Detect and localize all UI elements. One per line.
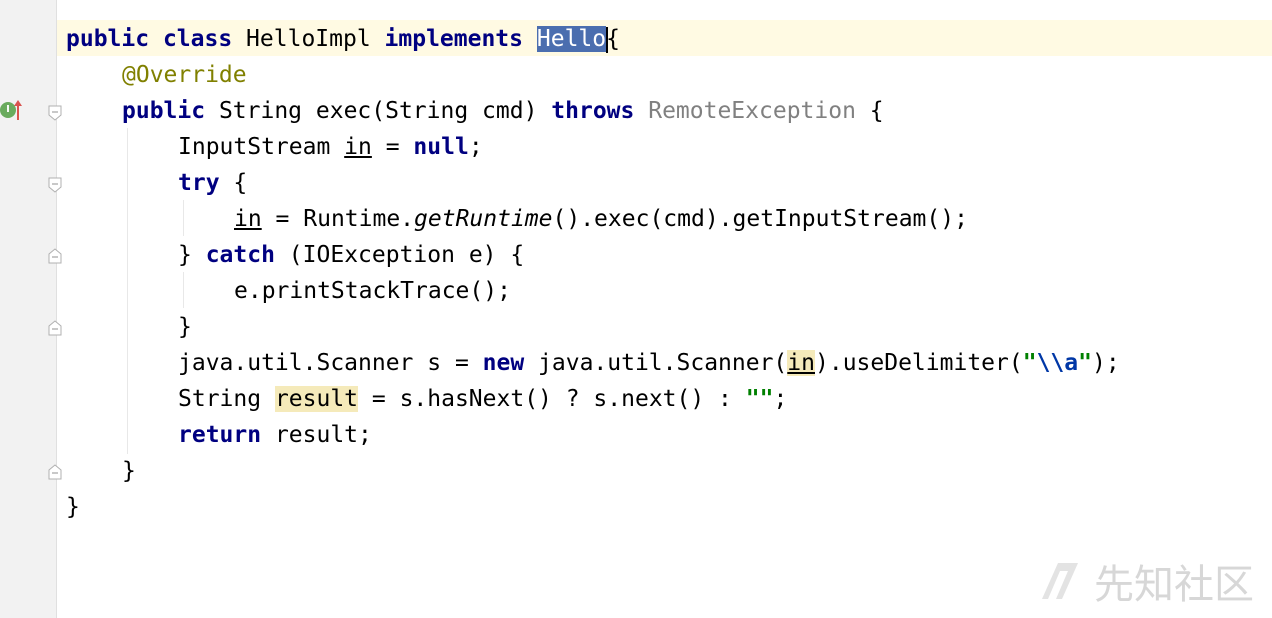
code-token: ().exec(cmd).getInputStream();	[552, 206, 968, 232]
code-token: result;	[261, 422, 372, 448]
string-literal: ""	[745, 386, 774, 412]
watermark-logo-icon	[1042, 563, 1078, 599]
string-escape: \\a	[1036, 350, 1079, 376]
go-to-super-arrow-icon[interactable]	[12, 98, 24, 122]
code-token: = s.hasNext() ? s.next() :	[358, 386, 746, 412]
variable: in	[234, 206, 262, 232]
annotation: @Override	[122, 62, 247, 88]
code-editor[interactable]: public class HelloImpl implements Hello{…	[57, 0, 1272, 618]
static-method: getRuntime	[414, 206, 553, 232]
code-token: }	[178, 242, 206, 268]
keyword: try	[178, 170, 220, 196]
code-line-14[interactable]: }	[66, 489, 80, 525]
code-token: String exec(String cmd)	[205, 98, 552, 124]
code-token: e.printStackTrace();	[234, 278, 511, 304]
string-quote: "	[1078, 350, 1092, 376]
indent-guide	[183, 200, 184, 236]
unused-type: RemoteException	[634, 98, 856, 124]
code-line-6[interactable]: in = Runtime.getRuntime().exec(cmd).getI…	[234, 201, 968, 237]
keyword: public	[66, 26, 150, 52]
code-line-9[interactable]: }	[178, 309, 192, 345]
code-token: }	[178, 314, 192, 340]
keyword: throws	[551, 98, 635, 124]
selected-text[interactable]: Hello	[536, 26, 607, 52]
code-token: ;	[773, 386, 788, 412]
code-token: java.util.Scanner(	[524, 350, 788, 376]
code-token: }	[122, 458, 136, 484]
code-line-10[interactable]: java.util.Scanner s = new java.util.Scan…	[178, 345, 1120, 381]
code-line-4[interactable]: InputStream in = null;	[178, 129, 483, 165]
code-line-5[interactable]: try {	[178, 165, 247, 201]
indent-guide	[183, 272, 184, 308]
code-token: (IOException e) {	[274, 242, 525, 268]
code-line-1[interactable]: public class HelloImpl implements Hello{	[66, 21, 620, 57]
code-token: {	[606, 26, 620, 52]
code-token: = Runtime.	[261, 206, 415, 232]
class-name: HelloImpl	[232, 26, 385, 52]
code-line-13[interactable]: }	[122, 453, 136, 489]
code-token: ).useDelimiter(	[815, 350, 1023, 376]
code-token: {	[219, 170, 248, 196]
code-token: }	[66, 494, 80, 520]
code-token: InputStream	[178, 134, 345, 160]
keyword: catch	[205, 242, 275, 268]
keyword: implements	[384, 26, 524, 52]
code-line-7[interactable]: } catch (IOException e) {	[178, 237, 524, 273]
keyword: new	[482, 350, 525, 376]
keyword: return	[178, 422, 262, 448]
keyword: null	[413, 134, 469, 160]
implements-marker-letter: I	[6, 104, 10, 115]
code-token: =	[371, 134, 414, 160]
code-line-12[interactable]: return result;	[178, 417, 372, 453]
code-line-3[interactable]: public String exec(String cmd) throws Re…	[122, 93, 884, 129]
code-token: java.util.Scanner s =	[178, 350, 483, 376]
watermark: 先知社区	[1038, 552, 1254, 610]
code-token: {	[855, 98, 884, 124]
variable: result	[274, 386, 359, 412]
code-line-2[interactable]: @Override	[122, 57, 247, 93]
code-line-11[interactable]: String result = s.hasNext() ? s.next() :…	[178, 381, 787, 417]
variable: in	[344, 134, 372, 160]
indent-guide	[127, 128, 128, 454]
keyword: public	[122, 98, 206, 124]
watermark-text: 先知社区	[1094, 562, 1254, 608]
code-line-8[interactable]: e.printStackTrace();	[234, 273, 511, 309]
code-token: ;	[468, 134, 483, 160]
editor-gutter: I	[0, 0, 62, 618]
keyword: class	[162, 26, 233, 52]
string-quote: "	[1022, 350, 1037, 376]
code-token: String	[178, 386, 275, 412]
variable: in	[787, 350, 815, 376]
code-token: );	[1091, 350, 1120, 376]
